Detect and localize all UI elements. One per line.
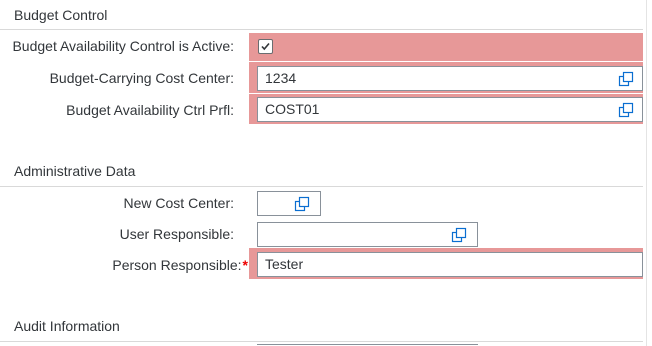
section-title-audit-information: Audit Information xyxy=(14,318,120,334)
section-divider xyxy=(0,341,643,342)
value-help-icon[interactable] xyxy=(618,102,634,118)
label-budget-availability-control-active: Budget Availability Control is Active: xyxy=(12,38,234,54)
budget-carrying-cost-center-input[interactable]: 1234 xyxy=(257,66,643,91)
budget-availability-control-checkbox[interactable] xyxy=(258,39,273,54)
value-help-icon[interactable] xyxy=(618,71,634,87)
section-divider xyxy=(0,186,643,187)
person-responsible-label-text: Person Responsible: xyxy=(112,257,242,273)
label-budget-availability-ctrl-prfl: Budget Availability Ctrl Prfl: xyxy=(66,102,234,118)
label-user-responsible: User Responsible: xyxy=(119,226,234,242)
field-highlight xyxy=(249,33,643,61)
label-budget-carrying-cost-center: Budget-Carrying Cost Center: xyxy=(49,70,234,86)
budget-availability-ctrl-prfl-input[interactable]: COST01 xyxy=(257,97,643,122)
check-icon xyxy=(261,42,270,51)
label-new-cost-center: New Cost Center: xyxy=(123,195,234,211)
section-title-administrative-data: Administrative Data xyxy=(14,163,136,179)
user-responsible-input[interactable] xyxy=(257,222,478,247)
required-marker: * xyxy=(242,257,248,273)
person-responsible-value: Tester xyxy=(265,256,304,272)
label-person-responsible: Person Responsible:* xyxy=(0,257,248,273)
section-divider xyxy=(0,29,643,30)
value-help-icon[interactable] xyxy=(451,227,467,243)
value-help-icon[interactable] xyxy=(294,196,310,212)
new-cost-center-input[interactable] xyxy=(257,191,321,216)
section-title-budget-control: Budget Control xyxy=(14,7,108,23)
budget-availability-ctrl-prfl-value: COST01 xyxy=(265,101,320,117)
person-responsible-input[interactable]: Tester xyxy=(257,252,643,277)
frame-border xyxy=(646,0,647,346)
budget-carrying-cost-center-value: 1234 xyxy=(265,70,297,86)
